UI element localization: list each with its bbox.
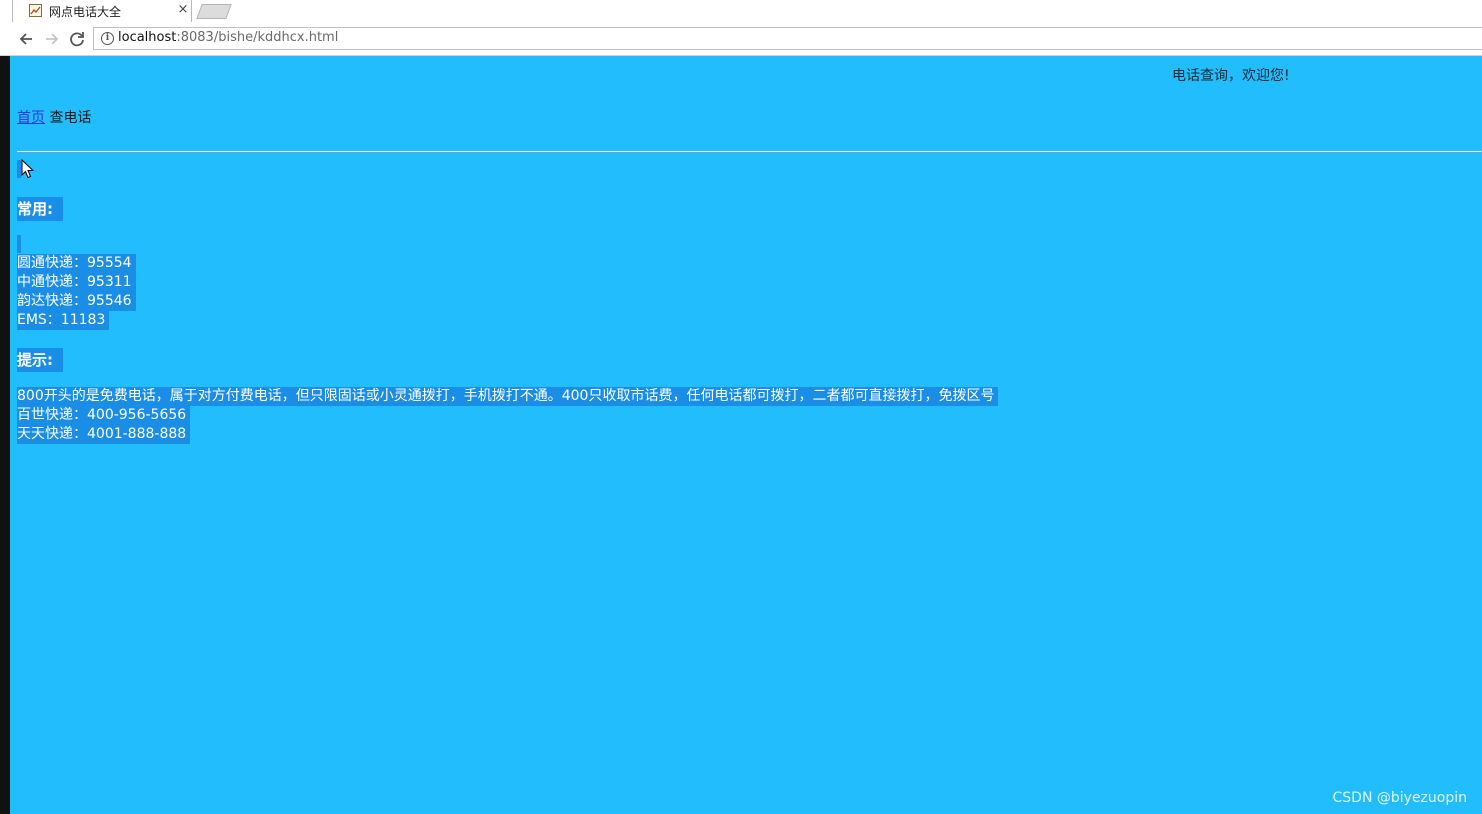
common-line: EMS：11183	[17, 311, 110, 330]
common-line: 圆通快递：95554	[17, 254, 136, 273]
common-line: 韵达快递：95546	[17, 292, 136, 311]
divider	[17, 151, 1482, 153]
common-line: 中通快递：95311	[17, 273, 136, 292]
common-heading: 常用:	[17, 197, 63, 221]
arrow-right-icon[interactable]	[41, 28, 63, 50]
tips-line: 百世快递：400-956-5656	[17, 406, 191, 425]
welcome-text: 电话查询，欢迎您!	[1172, 68, 1290, 84]
url-path: :8083/bishe/kddhcx.html	[176, 30, 339, 45]
new-tab-button[interactable]	[196, 4, 232, 19]
breadcrumb: 首页 查电话	[17, 107, 91, 127]
tips-heading: 提示:	[17, 348, 63, 372]
chart-image-icon	[29, 4, 42, 17]
mouse-cursor-icon	[21, 158, 35, 183]
selection-marker	[17, 235, 21, 253]
tips-line: 800开头的是免费电话，属于对方付费电话，但只限固话或小灵通拨打，手机拨打不通。…	[17, 387, 999, 406]
browser-tab[interactable]: 网点电话大全 ×	[12, 0, 192, 22]
tab-strip: 网点电话大全 ×	[0, 0, 1482, 22]
address-bar[interactable]: i localhost:8083/bishe/kddhcx.html	[93, 27, 1482, 50]
window-edge	[0, 56, 10, 814]
url-text[interactable]: localhost:8083/bishe/kddhcx.html	[118, 30, 338, 45]
arrow-left-icon[interactable]	[15, 28, 37, 50]
reload-icon[interactable]	[66, 28, 88, 50]
browser-toolbar: i localhost:8083/bishe/kddhcx.html	[0, 22, 1482, 56]
tab-title: 网点电话大全	[49, 5, 122, 19]
breadcrumb-current: 查电话	[49, 110, 92, 126]
watermark: CSDN @biyezuopin	[1332, 790, 1467, 806]
info-icon[interactable]: i	[101, 32, 114, 45]
breadcrumb-home-link[interactable]: 首页	[17, 110, 45, 126]
close-icon[interactable]: ×	[176, 2, 190, 18]
tips-line: 天天快递：4001-888-888	[17, 425, 191, 444]
page-body: 电话查询，欢迎您! 首页 查电话 常用: 圆通快递：95554 中通快递：953…	[10, 56, 1482, 814]
url-host: localhost	[118, 30, 177, 45]
